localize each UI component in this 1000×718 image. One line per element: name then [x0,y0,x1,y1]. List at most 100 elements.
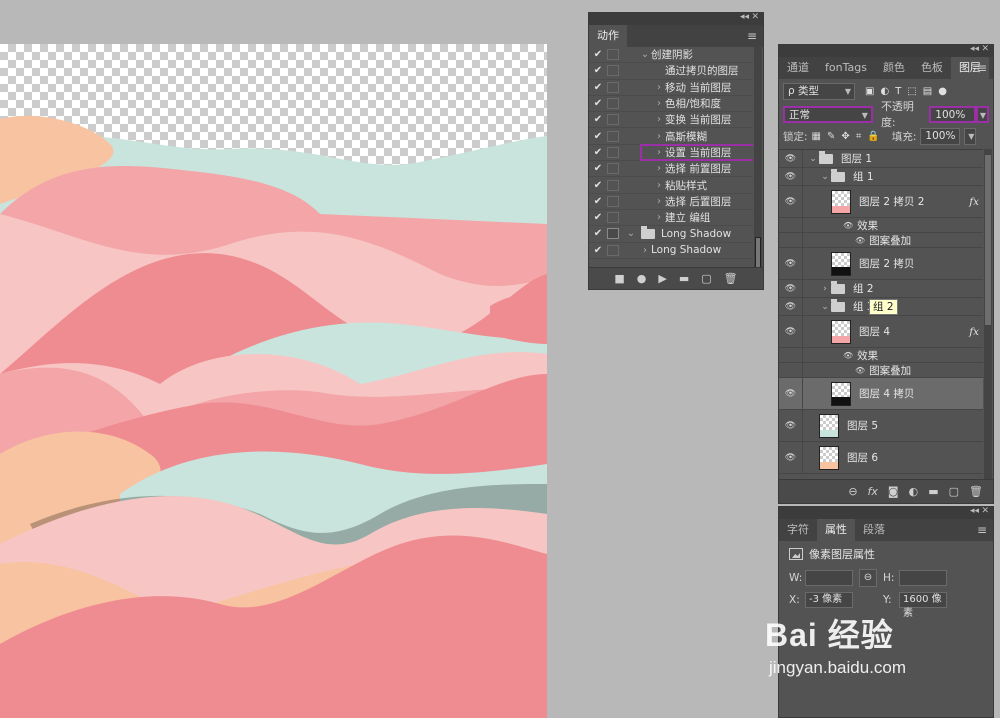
eye-icon[interactable]: 👁 [779,410,803,441]
close-icon[interactable]: ✕ [981,44,989,54]
eye-icon[interactable]: 👁 [855,236,865,245]
tab-actions[interactable]: 动作 [589,25,627,47]
opacity-dropdown[interactable]: ▼ [975,105,989,123]
tab-0[interactable]: 字符 [779,519,817,541]
collapse-icon[interactable]: ◂◂ [970,44,979,54]
dialog-toggle-icon[interactable] [607,65,619,77]
action-row[interactable]: ✔ › 移动 当前图层 [589,80,753,96]
play-icon[interactable]: ▶ [658,272,666,285]
fill-field[interactable]: 100% [920,127,961,145]
new-icon[interactable]: ▢ [701,272,711,285]
eye-icon[interactable]: 👁 [843,221,853,230]
check-icon[interactable]: ✔ [589,98,607,109]
check-icon[interactable]: ✔ [589,82,607,93]
action-row[interactable]: ✔ ⌄ Long Shadow [589,225,753,243]
mask-icon[interactable]: ◙ [888,485,899,498]
check-icon[interactable]: ✔ [589,65,607,76]
chevron-right-icon[interactable]: › [639,245,651,256]
folder-icon[interactable]: ▬ [928,485,938,498]
trash-icon[interactable]: 🗑 [724,272,738,285]
fx-icon[interactable]: fx [969,326,979,338]
action-row[interactable]: ✔ 通过拷贝的图层 [589,63,753,80]
layer-row[interactable]: 👁 图层 4 拷贝 [779,378,983,410]
action-row[interactable]: ✔ › 选择 后置图层 [589,194,753,210]
tab-2[interactable]: 段落 [855,519,893,541]
panel-menu-icon[interactable]: ≡ [977,61,987,75]
action-row[interactable]: ✔ › 选择 前置图层 [589,161,753,178]
stop-icon[interactable]: ■ [614,272,624,285]
dialog-toggle-icon[interactable] [607,146,619,158]
smart-filter-icon[interactable]: ▤ [923,86,932,97]
layer-row[interactable]: 👁 图案叠加 [779,233,983,248]
lock-paint-icon[interactable]: ✎ [827,131,835,142]
layer-row[interactable]: 👁 效果 [779,218,983,233]
chevron-down-icon[interactable]: ⌄ [639,49,651,60]
chevron-down-icon[interactable]: ⌄ [819,172,831,182]
tab-2[interactable]: 颜色 [875,57,913,79]
eye-icon[interactable]: 👁 [779,150,803,167]
layers-scrollbar[interactable] [984,149,992,479]
dialog-toggle-icon[interactable] [607,49,619,61]
layer-row[interactable]: 👁 ⌄ 图层 1 [779,150,983,168]
dialog-toggle-icon[interactable] [607,114,619,126]
layer-row[interactable]: 👁 效果 [779,348,983,363]
eye-icon[interactable]: 👁 [779,186,803,217]
scroll-thumb[interactable] [985,155,991,325]
eye-icon[interactable]: 👁 [779,442,803,473]
chevron-right-icon[interactable]: › [653,212,665,223]
check-icon[interactable]: ✔ [589,245,607,256]
eye-icon[interactable]: 👁 [855,366,865,375]
check-icon[interactable]: ✔ [589,196,607,207]
dialog-toggle-icon[interactable] [607,195,619,207]
check-icon[interactable]: ✔ [589,131,607,142]
action-row[interactable]: ✔ › 建立 编组 [589,210,753,227]
record-icon[interactable]: ● [637,272,647,285]
dialog-toggle-icon[interactable] [607,163,619,175]
layer-row[interactable]: 👁 ⌄ 组 1 [779,168,983,186]
action-row[interactable]: ✔ › Long Shadow [589,243,753,259]
dialog-toggle-icon[interactable] [607,98,619,110]
tab-1[interactable]: 属性 [817,519,855,541]
eye-icon[interactable]: 👁 [779,280,803,297]
dialog-toggle-icon[interactable] [607,130,619,142]
lock-all-icon[interactable]: 🔒 [867,131,879,142]
action-row[interactable]: ✔ › 高斯模糊 [589,128,753,145]
tab-0[interactable]: 通道 [779,57,817,79]
dialog-toggle-icon[interactable] [607,81,619,93]
blend-mode-select[interactable]: 正常 ▼ [783,105,873,123]
image-filter-icon[interactable]: ▣ [865,86,874,97]
chevron-right-icon[interactable]: › [819,284,831,294]
filter-kind-select[interactable]: ρ 类型 ▼ [783,82,855,100]
layer-row[interactable]: 👁 图层 6 [779,442,983,474]
action-row[interactable]: ✔ › 变换 当前图层 [589,112,753,129]
filter-toggle-icon[interactable]: ● [938,86,947,97]
eye-icon[interactable]: 👁 [779,378,803,409]
check-icon[interactable]: ✔ [589,147,607,158]
link-icon[interactable]: ⊖ [848,485,857,498]
layer-row[interactable]: 👁 图案叠加 [779,363,983,378]
eye-slot[interactable] [779,233,803,247]
lock-transparent-icon[interactable]: ▦ [812,131,821,142]
eye-icon[interactable]: 👁 [779,316,803,347]
fill-dropdown[interactable]: ▼ [964,127,977,145]
adjustment-filter-icon[interactable]: ◐ [880,86,889,97]
new-layer-icon[interactable]: ▢ [949,485,959,498]
collapse-icon[interactable]: ◂◂ [740,12,749,22]
layer-row[interactable]: 👁 ⌄ 组 3组 2 [779,298,983,316]
action-row[interactable]: ✔ ⌄ 创建阴影 [589,47,753,64]
width-field[interactable] [805,570,853,586]
layer-row[interactable]: 👁 图层 2 拷贝 [779,248,983,280]
chevron-right-icon[interactable]: › [653,114,665,125]
fx-icon[interactable]: fx [868,485,878,498]
y-field[interactable]: 1600 像素 [899,592,947,619]
check-icon[interactable]: ✔ [589,49,607,60]
opacity-field[interactable]: 100% [929,105,976,123]
chevron-right-icon[interactable]: › [653,82,665,93]
close-icon[interactable]: ✕ [751,12,759,22]
close-icon[interactable]: ✕ [981,506,989,516]
actions-scrollbar[interactable] [754,47,762,277]
type-filter-icon[interactable]: T [895,86,901,97]
chevron-down-icon[interactable]: ⌄ [807,154,819,164]
chevron-right-icon[interactable]: › [653,180,665,191]
chevron-right-icon[interactable]: › [653,196,665,207]
